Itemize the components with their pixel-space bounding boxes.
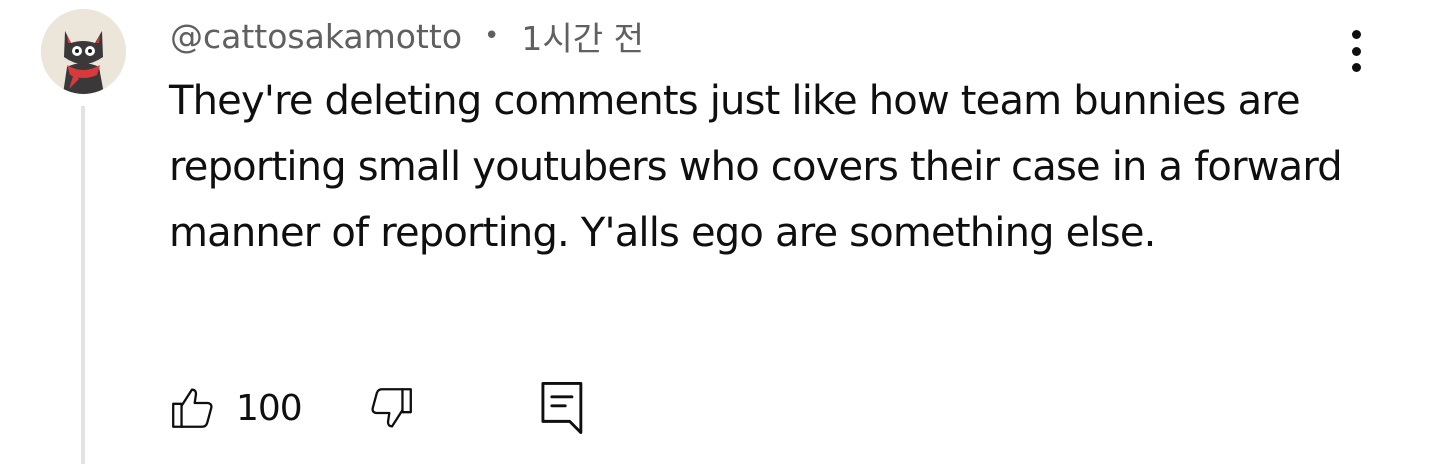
thumbs-down-icon [371, 388, 412, 428]
author-handle[interactable]: @cattosakamotto [170, 17, 462, 56]
black-cat-avatar-icon [41, 9, 126, 94]
comment-header: @cattosakamotto • 1시간 전 [170, 12, 644, 60]
thumbs-up-icon [172, 388, 213, 428]
separator-dot: • [484, 21, 500, 51]
like-count: 100 [236, 387, 303, 429]
comment-text: They're deleting comments just like how … [169, 78, 1343, 256]
avatar[interactable] [41, 9, 126, 94]
dislike-button[interactable] [366, 383, 416, 433]
reply-button[interactable] [538, 379, 588, 437]
comment-timestamp[interactable]: 1시간 전 [521, 12, 644, 60]
thread-line [81, 106, 85, 464]
more-vertical-icon-dot [1351, 30, 1361, 39]
comment-reply-icon [541, 382, 583, 434]
more-vertical-icon-dot [1351, 46, 1361, 56]
like-button[interactable]: 100 [168, 383, 303, 433]
comment-actions: 100 [168, 380, 588, 436]
